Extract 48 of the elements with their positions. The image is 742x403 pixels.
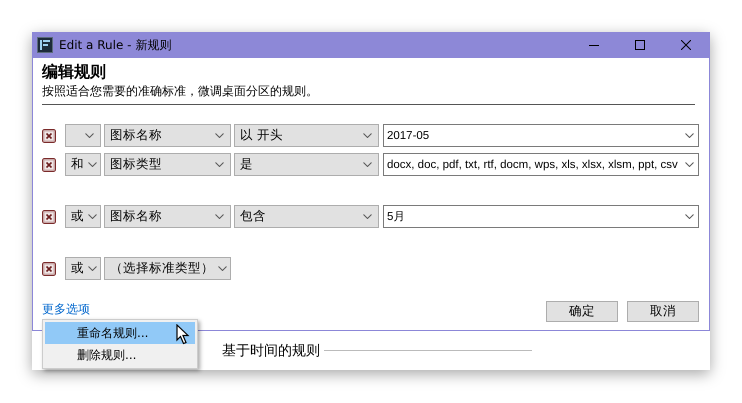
criterion-dropdown[interactable]: 图标类型 [104,153,231,176]
criterion-dropdown[interactable]: 图标名称 [104,205,231,228]
conjunction-dropdown[interactable]: 或 [65,205,101,228]
chevron-down-icon [363,214,372,219]
value-combobox[interactable]: 2017-05 [383,124,699,147]
chevron-down-icon [685,133,694,138]
delete-rule-button[interactable] [42,128,56,142]
conjunction-dropdown[interactable]: 或 [65,257,101,280]
chevron-down-icon [85,133,94,138]
dialog-button[interactable]: 取消 [627,301,699,322]
delete-icon [42,128,56,142]
window-title: Edit a Rule - 新规则 [59,36,172,54]
operator-dropdown[interactable]: 以 开头 [234,124,379,147]
dialog-description: 按照适合您需要的准确标准，微调桌面分区的规则。 [42,83,319,100]
criterion-dropdown[interactable]: （选择标准类型） [104,257,231,280]
cursor-icon [176,324,190,345]
chevron-down-icon [363,162,372,167]
chevron-down-icon [88,266,97,271]
dialog-button[interactable]: 确定 [546,301,618,322]
delete-rule-button[interactable] [42,210,56,224]
criterion-dropdown[interactable]: 图标名称 [104,124,231,147]
chevron-down-icon [685,162,694,167]
close-icon [681,40,691,50]
chevron-down-icon [88,214,97,219]
delete-icon [42,262,56,276]
delete-rule-button[interactable] [42,158,56,172]
chevron-down-icon [218,266,227,271]
more-options-link[interactable]: 更多选项 [42,302,90,316]
operator-dropdown[interactable]: 包含 [234,205,379,228]
operator-dropdown[interactable]: 是 [234,153,379,176]
maximize-icon [635,40,645,50]
value-combobox[interactable]: 5月 [383,205,699,228]
chevron-down-icon [215,133,224,138]
chevron-down-icon [215,214,224,219]
chevron-down-icon [88,162,97,167]
delete-rule-button[interactable] [42,262,56,276]
section-heading: 基于时间的规则 [222,342,320,360]
chevron-down-icon [363,133,372,138]
chevron-down-icon [215,162,224,167]
dialog-heading: 编辑规则 [42,62,107,82]
delete-icon [42,210,56,224]
chevron-down-icon [685,214,694,219]
value-combobox[interactable]: docx, doc, pdf, txt, rtf, docm, wps, xls, xlsx, xlsm, ppt, csv [383,153,699,176]
delete-icon [42,158,56,172]
app-icon [37,37,53,53]
conjunction-dropdown[interactable]: 和 [65,153,101,176]
menu-item[interactable]: 删除规则... [45,344,195,366]
menu-item[interactable]: 重命名规则... [45,322,195,344]
